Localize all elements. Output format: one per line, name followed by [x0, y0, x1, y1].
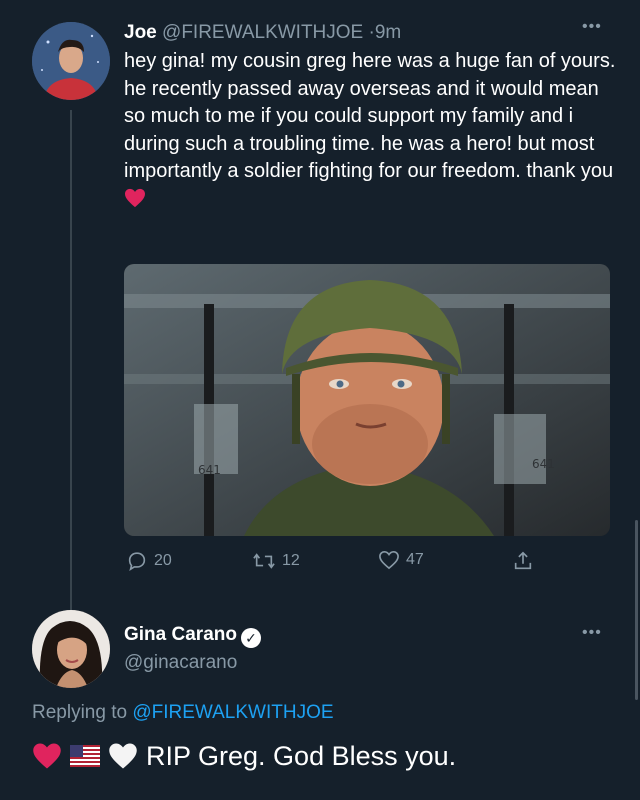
reply-body: RIP Greg. God Bless you.	[146, 741, 457, 771]
reply-text: RIP Greg. God Bless you.	[32, 738, 456, 774]
share-icon	[514, 551, 532, 570]
reply-action[interactable]: 20	[126, 550, 172, 572]
scrollbar[interactable]	[635, 520, 638, 700]
rifle-label-left: 641	[198, 463, 221, 477]
tweet-body: hey gina! my cousin greg here was a huge…	[124, 50, 616, 182]
replying-to-prefix: Replying to	[32, 702, 128, 723]
soldier-photo-image: 641 641	[124, 264, 610, 536]
us-flag-emoji-icon	[70, 745, 100, 767]
gina-avatar-image	[32, 610, 110, 688]
rifle-label-right: 641	[532, 457, 555, 471]
red-heart-emoji-icon	[32, 742, 62, 770]
joe-avatar[interactable]	[32, 22, 110, 100]
more-options-icon[interactable]: •••	[582, 18, 602, 36]
tweet-header: Joe @FIREWALKWITHJOE ·9m	[124, 20, 401, 46]
reply-more-options-icon[interactable]: •••	[582, 624, 602, 642]
joe-avatar-image	[32, 22, 110, 100]
reply-author-name[interactable]: Gina Carano	[124, 624, 237, 645]
author-name[interactable]: Joe	[124, 22, 157, 43]
author-handle[interactable]: @FIREWALKWITHJOE	[162, 22, 363, 43]
reply-icon	[128, 552, 146, 572]
reply-header: Gina Carano ✓	[124, 622, 261, 648]
share-action[interactable]	[512, 550, 534, 572]
reply-author-handle[interactable]: @ginacarano	[124, 650, 237, 676]
retweet-icon	[253, 553, 275, 569]
replying-to-mention[interactable]: @FIREWALKWITHJOE	[132, 702, 333, 723]
reply-count: 20	[154, 552, 172, 569]
like-count: 47	[406, 551, 424, 568]
tweet-time[interactable]: 9m	[375, 22, 401, 43]
red-heart-icon	[124, 188, 146, 210]
tweet-text: hey gina! my cousin greg here was a huge…	[124, 48, 624, 213]
tweet-photo[interactable]: 641 641	[124, 264, 610, 536]
replying-to-line: Replying to @FIREWALKWITHJOE	[32, 700, 334, 726]
like-action[interactable]: 47	[378, 550, 424, 570]
retweet-action[interactable]: 12	[252, 550, 300, 572]
white-heart-emoji-icon	[108, 742, 138, 770]
thread-connector-line	[70, 110, 72, 610]
like-heart-icon	[379, 550, 399, 570]
retweet-count: 12	[282, 552, 300, 569]
verified-badge-icon: ✓	[240, 628, 261, 648]
gina-avatar[interactable]	[32, 610, 110, 688]
tweet-actions-bar: 20 12 47	[124, 550, 544, 576]
